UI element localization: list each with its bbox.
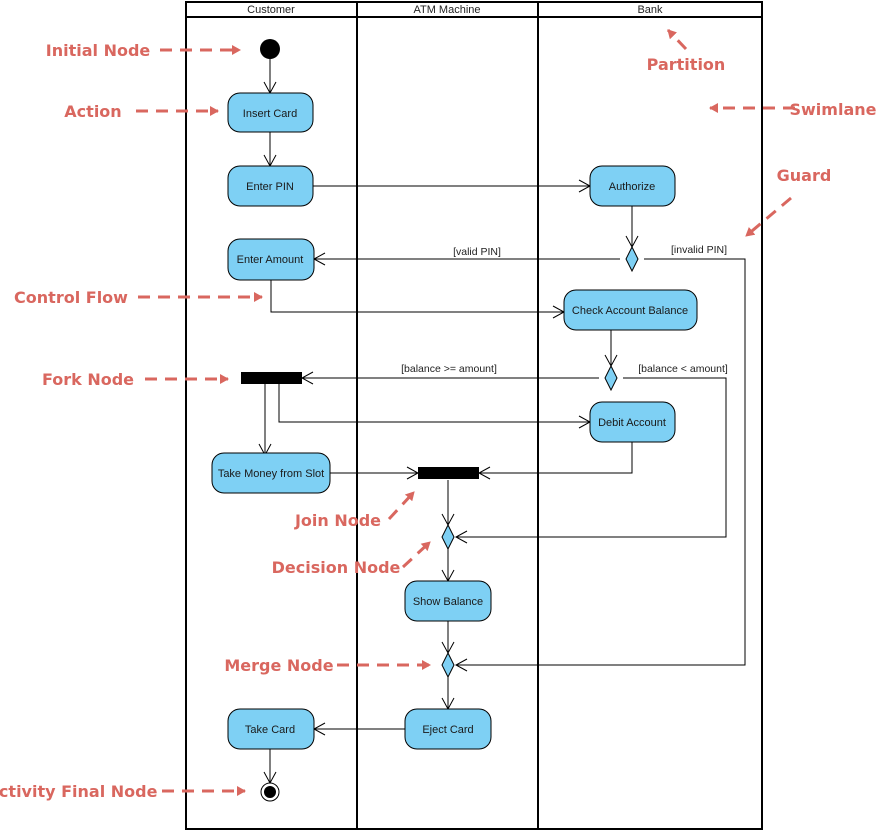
annotation-merge-node: Merge Node bbox=[224, 656, 333, 675]
action-label: Take Card bbox=[245, 724, 295, 736]
pointer-decision-node bbox=[401, 540, 432, 569]
decision-node[interactable] bbox=[441, 523, 455, 551]
annotation-pointers bbox=[136, 28, 795, 796]
join-node[interactable] bbox=[418, 467, 479, 479]
swimlane-title-bank: Bank bbox=[637, 4, 663, 16]
pointer-join-node bbox=[387, 490, 416, 521]
fork-node[interactable] bbox=[241, 372, 302, 384]
action-label: Debit Account bbox=[598, 417, 666, 429]
annotation-initial-node: Initial Node bbox=[46, 41, 151, 60]
annotation-guard: Guard bbox=[777, 166, 832, 185]
swimlane-title-atm: ATM Machine bbox=[413, 4, 480, 16]
flow-fork-to-debit bbox=[278, 384, 592, 429]
initial-node[interactable] bbox=[260, 39, 280, 59]
action-label: Enter Amount bbox=[237, 254, 304, 266]
decision-node-pin[interactable] bbox=[625, 245, 639, 273]
action-check-account-balance[interactable]: Check Account Balance bbox=[563, 289, 698, 331]
annotation-join-node: Join Node bbox=[294, 511, 381, 530]
swimlane-title-customer: Customer bbox=[247, 4, 295, 16]
merge-node[interactable] bbox=[441, 651, 455, 679]
annotation-partition: Partition bbox=[647, 55, 726, 74]
guard-balance-lt: [balance < amount] bbox=[638, 363, 728, 375]
action-label: Check Account Balance bbox=[572, 305, 688, 317]
flow-debit-to-join bbox=[477, 442, 633, 480]
flow-amount-to-check bbox=[270, 280, 566, 319]
annotation-control-flow: Control Flow bbox=[14, 288, 128, 307]
action-label: Show Balance bbox=[413, 596, 483, 608]
action-enter-pin[interactable]: Enter PIN bbox=[227, 165, 314, 207]
action-label: Enter PIN bbox=[246, 181, 294, 193]
action-debit-account[interactable]: Debit Account bbox=[589, 401, 676, 443]
guard-invalid-pin: [invalid PIN] bbox=[671, 244, 727, 256]
action-label: Take Money from Slot bbox=[218, 468, 324, 480]
annotation-swimlane: Swimlane bbox=[790, 100, 877, 119]
action-take-money-from-slot[interactable]: Take Money from Slot bbox=[211, 452, 331, 494]
action-enter-amount[interactable]: Enter Amount bbox=[227, 238, 315, 281]
annotation-decision-node: Decision Node bbox=[272, 558, 401, 577]
pointer-partition bbox=[666, 28, 688, 51]
guard-valid-pin: [valid PIN] bbox=[453, 246, 501, 258]
action-label: Authorize bbox=[609, 181, 655, 193]
action-eject-card[interactable]: Eject Card bbox=[404, 708, 492, 750]
annotation-activity-final-node: Activity Final Node bbox=[0, 782, 158, 801]
flow-balance-lt bbox=[454, 377, 727, 544]
action-show-balance[interactable]: Show Balance bbox=[404, 580, 492, 622]
annotation-fork-node: Fork Node bbox=[42, 370, 134, 389]
action-label: Eject Card bbox=[422, 724, 473, 736]
annotation-action: Action bbox=[64, 102, 121, 121]
activity-diagram: Customer ATM Machine Bank Insert Card En… bbox=[0, 1, 877, 830]
action-insert-card[interactable]: Insert Card bbox=[227, 92, 314, 133]
action-authorize[interactable]: Authorize bbox=[589, 165, 676, 207]
activity-final-node[interactable] bbox=[260, 782, 280, 802]
action-take-card[interactable]: Take Card bbox=[227, 708, 315, 750]
pointer-guard bbox=[745, 196, 792, 238]
guard-balance-ge: [balance >= amount] bbox=[401, 363, 497, 375]
action-label: Insert Card bbox=[243, 108, 297, 120]
decision-node-balance[interactable] bbox=[604, 364, 618, 392]
